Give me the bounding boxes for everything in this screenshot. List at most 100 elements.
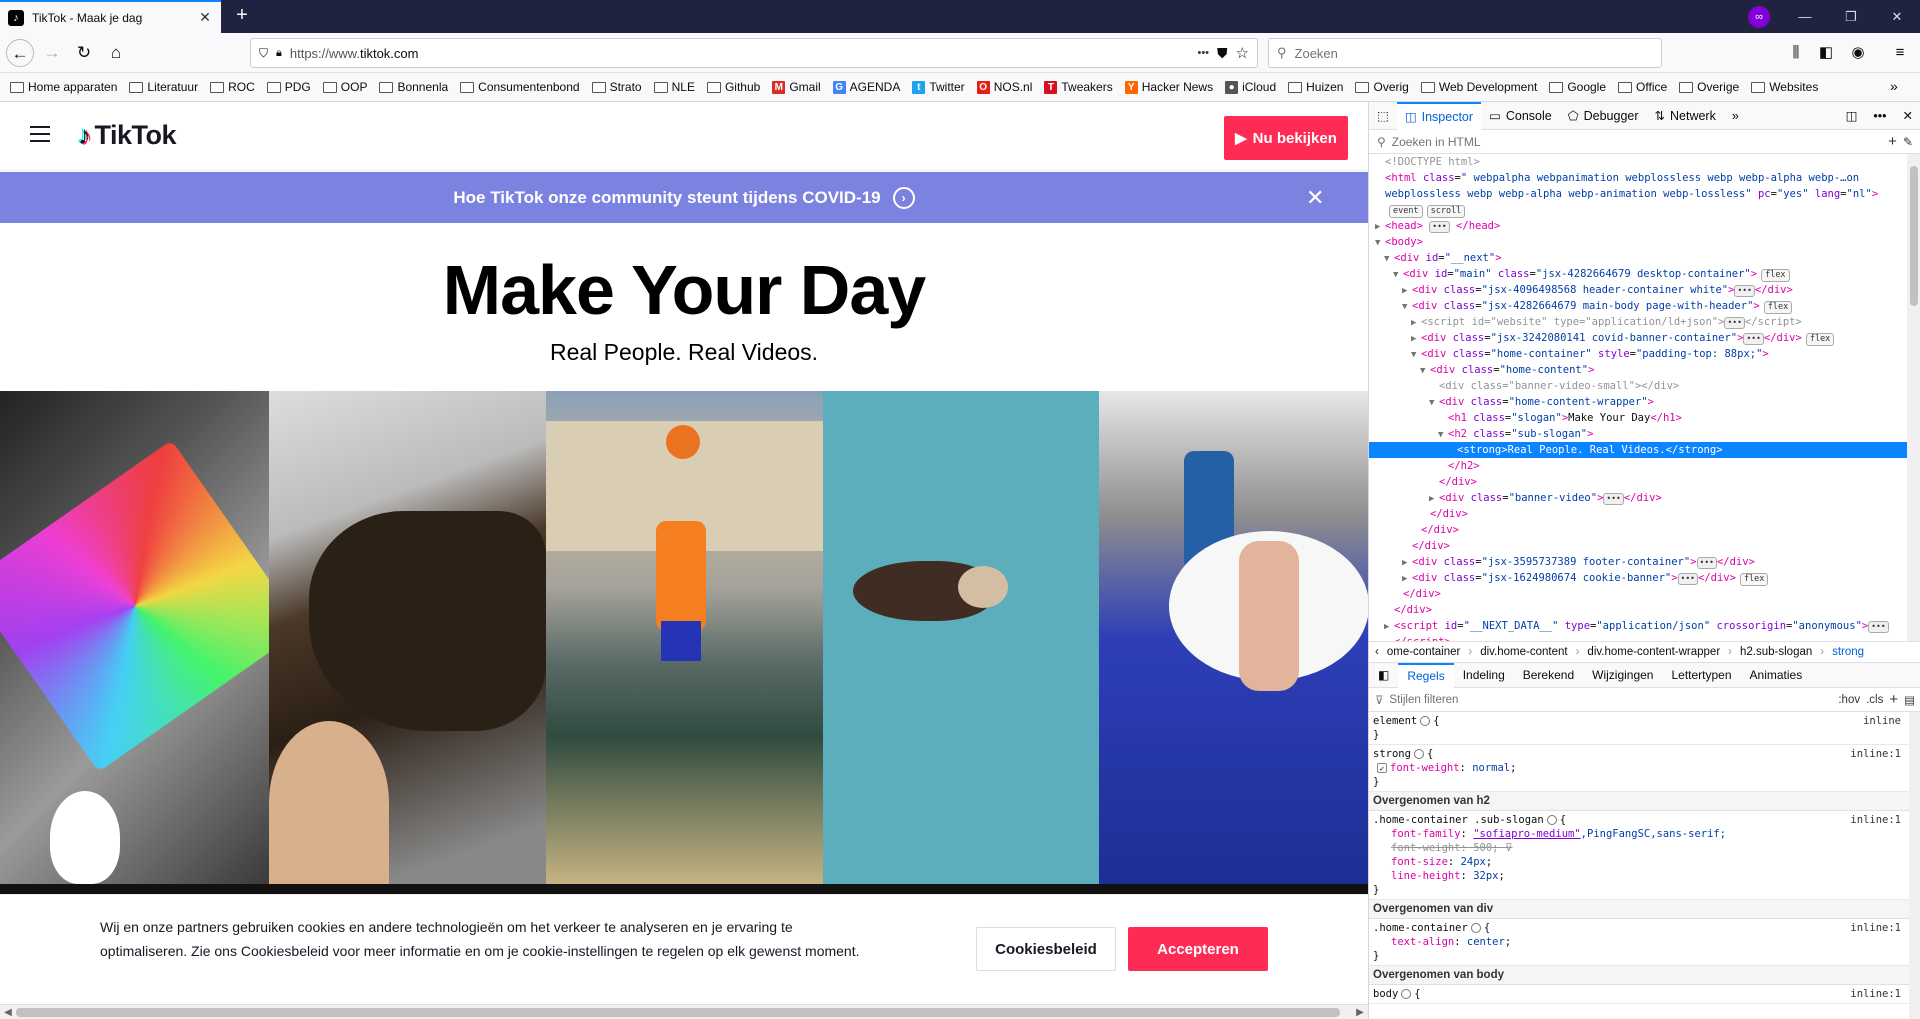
markup-node-content[interactable]: </h2>: [1448, 460, 1480, 472]
bookmark-agenda[interactable]: G AGENDA: [832, 80, 900, 94]
rules-scrollbar[interactable]: [1909, 712, 1920, 1019]
expand-toggle-icon[interactable]: ▼: [1393, 267, 1403, 283]
scroll-right-icon[interactable]: ▶: [1352, 1005, 1368, 1019]
markup-node[interactable]: ▶ <div class="jsx-4096498568 header-conta…: [1369, 282, 1907, 298]
markup-node-content[interactable]: <div class="home-content-wrapper">: [1439, 396, 1654, 408]
scrollbar-thumb[interactable]: [1910, 166, 1918, 306]
url-text[interactable]: https://www.tiktok.com: [290, 46, 1190, 61]
markup-node-content[interactable]: <body>: [1385, 236, 1423, 248]
markup-node[interactable]: ▶ <div class="jsx-3595737389 footer-conta…: [1369, 554, 1907, 570]
bookmark-star-icon[interactable]: ☆: [1236, 44, 1249, 62]
expand-toggle-icon[interactable]: ▼: [1420, 363, 1430, 379]
markup-node-content[interactable]: <div class="banner-video-small"></div>: [1439, 380, 1679, 392]
cls-toggle[interactable]: .cls: [1866, 694, 1883, 706]
tab-console[interactable]: ▭ Console: [1481, 102, 1560, 130]
markup-node-content[interactable]: </div>: [1421, 524, 1459, 536]
markup-node-content[interactable]: <div id="__next">: [1394, 252, 1502, 264]
expand-toggle-icon[interactable]: ▼: [1375, 235, 1385, 251]
covid-banner-text[interactable]: Hoe TikTok onze community steunt tijdens…: [453, 188, 880, 208]
expand-toggle-icon[interactable]: ▶: [1384, 619, 1394, 635]
hov-toggle[interactable]: :hov: [1838, 694, 1860, 706]
rule-source[interactable]: inline:1: [1850, 747, 1901, 761]
font-link[interactable]: "sofiapro-medium": [1473, 828, 1580, 840]
bookmark-nle[interactable]: NLE: [653, 80, 695, 94]
expand-toggle-icon[interactable]: ▶: [1402, 283, 1412, 299]
bookmark-oop[interactable]: OOP: [322, 80, 367, 94]
styles-filter-placeholder[interactable]: Stijlen filteren: [1389, 694, 1832, 706]
breadcrumb-item[interactable]: strong: [1832, 646, 1864, 658]
watch-now-button[interactable]: ▶ Nu bekijken: [1224, 116, 1348, 160]
markup-node-content[interactable]: <div class="jsx-1624980674 cookie-banner…: [1412, 572, 1769, 586]
markup-node[interactable]: ▶ <script id="__NEXT_DATA__" type="applic…: [1369, 618, 1907, 634]
expand-toggle-icon[interactable]: ▶: [1429, 491, 1439, 507]
bookmark-google[interactable]: Google: [1549, 80, 1606, 94]
tab-inspector[interactable]: ◫ Inspector: [1396, 101, 1482, 130]
rule-source[interactable]: inline:1: [1850, 987, 1901, 1001]
markup-node-content[interactable]: <div class="jsx-3595737389 footer-contai…: [1412, 556, 1755, 569]
markup-node[interactable]: <html class=" webpalpha webpanimation we…: [1369, 170, 1907, 186]
property-value[interactable]: 500: [1473, 842, 1492, 854]
bookmark-tweakers[interactable]: T Tweakers: [1044, 80, 1113, 94]
account-icon[interactable]: ◉: [1846, 41, 1870, 65]
minimize-button[interactable]: —: [1782, 0, 1828, 33]
add-rule-icon[interactable]: +: [1889, 691, 1898, 708]
shield-icon[interactable]: ⛉: [259, 46, 268, 61]
bookmark-nos-nl[interactable]: O NOS.nl: [976, 80, 1032, 94]
bookmark-roc[interactable]: ROC: [210, 80, 255, 94]
breadcrumb-left-icon[interactable]: ‹: [1375, 646, 1379, 658]
markup-node[interactable]: </div>: [1369, 506, 1907, 522]
expand-toggle-icon[interactable]: ▼: [1438, 427, 1448, 443]
rule-selector[interactable]: element: [1373, 715, 1417, 727]
bookmark-websites[interactable]: Websites: [1751, 80, 1818, 94]
markup-node[interactable]: ▶ <head> ••• </head>: [1369, 218, 1907, 234]
bookmark-twitter[interactable]: t Twitter: [912, 80, 965, 94]
rule-selector[interactable]: body: [1373, 988, 1398, 1000]
library-icon[interactable]: ⫼: [1784, 41, 1808, 65]
forward-button[interactable]: →: [38, 39, 66, 67]
restore-button[interactable]: ❐: [1828, 0, 1874, 33]
markup-node-content[interactable]: <div class="jsx-4282664679 main-body pag…: [1412, 300, 1793, 314]
markup-node[interactable]: </div>: [1369, 538, 1907, 554]
markup-node-content[interactable]: <head> ••• </head>: [1385, 220, 1500, 233]
close-banner-icon[interactable]: ✕: [1306, 185, 1324, 211]
html-search[interactable]: ⚲ Zoeken in HTML + ✎: [1369, 130, 1920, 154]
bookmark-huizen[interactable]: Huizen: [1288, 80, 1343, 94]
bookmark-hacker-news[interactable]: Y Hacker News: [1124, 80, 1213, 94]
markup-node[interactable]: ▼ <div id="__next">: [1369, 250, 1907, 266]
sidebar-icon[interactable]: ◧: [1814, 41, 1838, 65]
devtools-options-icon[interactable]: •••: [1865, 102, 1894, 130]
markup-node-content[interactable]: <div class="jsx-3242080141 covid-banner-…: [1421, 332, 1835, 346]
filter-icon[interactable]: ⊽: [1505, 842, 1513, 854]
markup-node[interactable]: </div>: [1369, 602, 1907, 618]
markup-node[interactable]: </script>: [1369, 634, 1907, 641]
bookmark-literatuur[interactable]: Literatuur: [129, 80, 198, 94]
more-bookmarks-icon[interactable]: »: [1890, 78, 1898, 94]
bookmark-overig[interactable]: Overig: [1355, 80, 1409, 94]
markup-node-content[interactable]: <div class="home-container" style="paddi…: [1421, 348, 1769, 360]
pocket-icon[interactable]: ⛊: [1217, 45, 1228, 62]
markup-node[interactable]: ▼ <body>: [1369, 234, 1907, 250]
markup-node-content[interactable]: <div class="banner-video"> ••• </div>: [1439, 492, 1662, 505]
bookmark-icloud[interactable]: ● iCloud: [1225, 80, 1276, 94]
scroll-left-icon[interactable]: ◀: [0, 1005, 16, 1019]
rule-selector[interactable]: .home-container .sub-slogan: [1373, 814, 1544, 826]
close-devtools-icon[interactable]: ✕: [1895, 102, 1920, 130]
markup-node[interactable]: <h1 class="slogan">Make Your Day</h1>: [1369, 410, 1907, 426]
expand-toggle-icon[interactable]: ▶: [1375, 219, 1385, 235]
bookmark-overige[interactable]: Overige: [1679, 80, 1739, 94]
property-name[interactable]: text-align: [1391, 936, 1454, 948]
markup-node-content[interactable]: <div class="home-content">: [1430, 364, 1594, 376]
eyedropper-icon[interactable]: ✎: [1903, 135, 1913, 149]
markup-node-content[interactable]: </div>: [1412, 540, 1450, 552]
print-media-icon[interactable]: ▤: [1904, 693, 1915, 707]
expand-toggle-icon[interactable]: ▼: [1384, 251, 1394, 267]
markup-node-content[interactable]: </div>: [1439, 476, 1477, 488]
tab-debugger[interactable]: ⬠ Debugger: [1560, 102, 1647, 130]
markup-node-content[interactable]: </div>: [1403, 588, 1441, 600]
covid-banner[interactable]: Hoe TikTok onze community steunt tijdens…: [0, 172, 1368, 223]
html-search-placeholder[interactable]: Zoeken in HTML: [1392, 135, 1882, 149]
lock-icon[interactable]: 🔒︎: [276, 47, 282, 60]
expand-toggle-icon[interactable]: ▼: [1411, 347, 1421, 363]
markup-node-content[interactable]: <!DOCTYPE html>: [1385, 156, 1480, 168]
property-value[interactable]: normal: [1472, 762, 1510, 774]
